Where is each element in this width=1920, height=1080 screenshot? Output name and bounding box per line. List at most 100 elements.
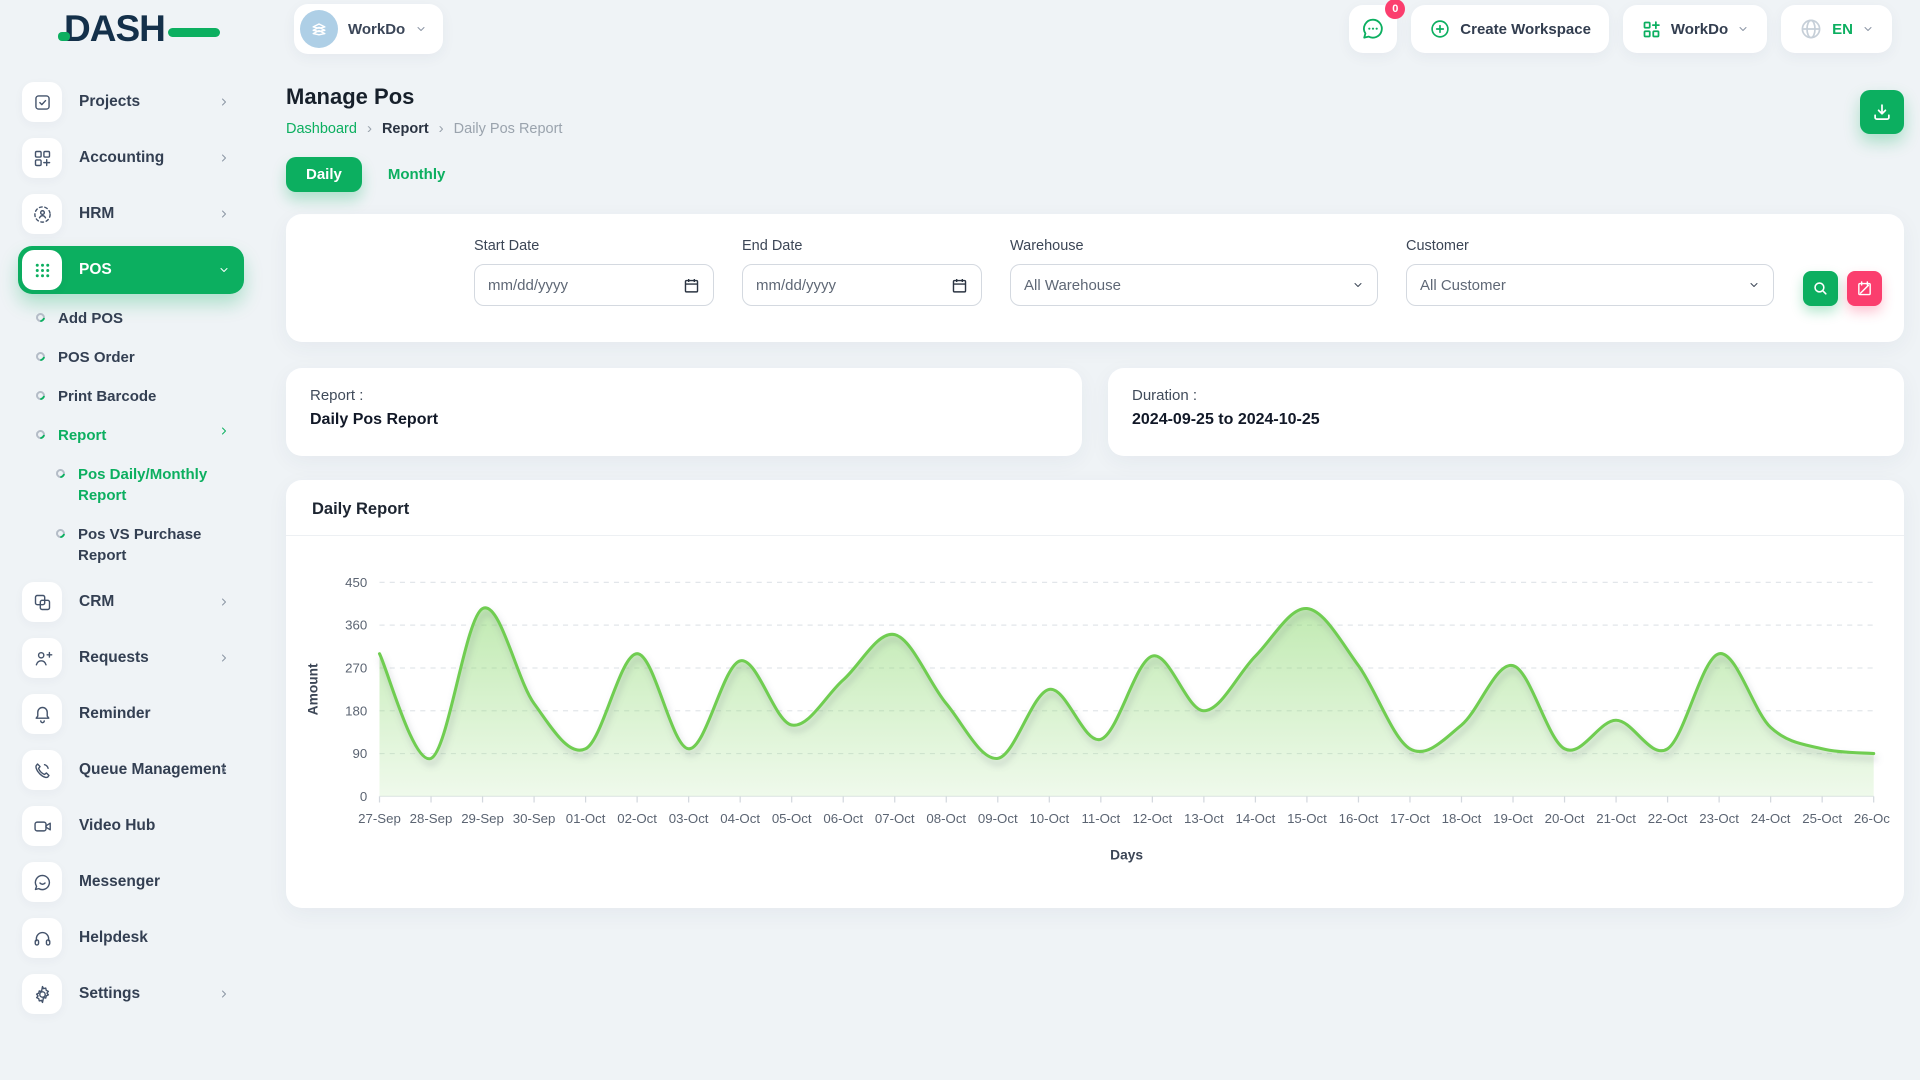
- svg-text:23-Oct: 23-Oct: [1699, 811, 1739, 826]
- svg-text:08-Oct: 08-Oct: [926, 811, 966, 826]
- svg-text:360: 360: [345, 618, 367, 633]
- daily-report-card: Daily Report 09018027036045027-Sep28-Sep…: [286, 480, 1904, 908]
- reset-button[interactable]: [1847, 271, 1882, 306]
- top-header: DASH WorkDo 0 Create Workspace WorkDo EN: [0, 0, 1920, 58]
- svg-text:17-Oct: 17-Oct: [1390, 811, 1430, 826]
- svg-text:04-Oct: 04-Oct: [720, 811, 760, 826]
- chevron-down-icon: [218, 264, 230, 276]
- sidebar-item-hrm[interactable]: HRM: [18, 190, 244, 238]
- sidebar-item-projects[interactable]: Projects: [18, 78, 244, 126]
- search-icon: [1812, 280, 1829, 297]
- calendar-off-icon: [1856, 280, 1873, 297]
- svg-text:01-Oct: 01-Oct: [566, 811, 606, 826]
- report-value: Daily Pos Report: [310, 411, 1058, 429]
- sidebar-item-label: Queue Management: [79, 761, 226, 779]
- end-date-input[interactable]: mm/dd/yyyy: [742, 264, 982, 306]
- sidebar-item-chevron: [218, 652, 230, 664]
- sidebar-item-label: Requests: [79, 649, 149, 667]
- chevron-down-icon: [415, 23, 427, 35]
- svg-text:Days: Days: [1110, 848, 1143, 863]
- logo-dot: [58, 32, 70, 41]
- chevron-down-icon: [1737, 23, 1749, 35]
- building-icon: [300, 10, 338, 48]
- language-selector[interactable]: EN: [1781, 5, 1892, 53]
- tab-daily[interactable]: Daily: [286, 157, 362, 192]
- bullet-icon: [54, 467, 67, 480]
- chevron-right-icon: [218, 425, 230, 437]
- warehouse-field: Warehouse All Warehouse: [1010, 238, 1378, 342]
- hrm-icon: [22, 194, 62, 234]
- sidebar-item-report[interactable]: Report: [36, 419, 244, 452]
- sidebar-item-accounting[interactable]: Accounting: [18, 134, 244, 182]
- sidebar-item-pos-order[interactable]: POS Order: [36, 341, 244, 374]
- sidebar-item-helpdesk[interactable]: Helpdesk: [18, 914, 244, 962]
- warehouse-value: All Warehouse: [1024, 277, 1121, 294]
- chevron-right-icon: [218, 96, 230, 108]
- duration-summary-card: Duration : 2024-09-25 to 2024-10-25: [1108, 368, 1904, 456]
- breadcrumb-item-daily-pos-report: Daily Pos Report: [454, 121, 563, 137]
- create-workspace-label: Create Workspace: [1460, 21, 1591, 38]
- sidebar-item-queue-management[interactable]: Queue Management: [18, 746, 244, 794]
- svg-text:14-Oct: 14-Oct: [1236, 811, 1276, 826]
- phone-icon: [22, 750, 62, 790]
- sidebar-subitem-label: Add POS: [58, 308, 123, 329]
- breadcrumb: Dashboard›Report›Daily Pos Report: [286, 120, 562, 137]
- start-date-placeholder: mm/dd/yyyy: [488, 277, 568, 294]
- sidebar-item-label: Projects: [79, 93, 140, 111]
- pos-icon: [22, 250, 62, 290]
- duration-label: Duration :: [1132, 387, 1880, 404]
- chevron-right-icon: [218, 208, 230, 220]
- sidebar-item-print-barcode[interactable]: Print Barcode: [36, 380, 244, 413]
- download-icon: [1871, 101, 1893, 123]
- warehouse-label: Warehouse: [1010, 238, 1378, 254]
- calendar-icon: [683, 277, 700, 294]
- svg-text:26-Oct: 26-Oct: [1854, 811, 1890, 826]
- logo-dash: [168, 28, 220, 37]
- calendar-icon: [951, 277, 968, 294]
- start-date-label: Start Date: [474, 238, 714, 254]
- sidebar-item-pos-daily-monthly-report[interactable]: Pos Daily/Monthly Report: [56, 458, 244, 512]
- svg-text:90: 90: [353, 746, 368, 761]
- sidebar-item-messenger[interactable]: Messenger: [18, 858, 244, 906]
- bullet-icon: [54, 527, 67, 540]
- warehouse-select[interactable]: All Warehouse: [1010, 264, 1378, 306]
- end-date-field: End Date mm/dd/yyyy: [742, 238, 982, 342]
- svg-text:10-Oct: 10-Oct: [1029, 811, 1069, 826]
- workspace-name: WorkDo: [348, 21, 405, 38]
- sidebar-item-label: Settings: [79, 985, 140, 1003]
- bullet-icon: [34, 428, 47, 441]
- breadcrumb-item-report[interactable]: Report: [382, 121, 429, 137]
- sidebar-item-label: Accounting: [79, 149, 164, 167]
- sidebar-item-crm[interactable]: CRM: [18, 578, 244, 626]
- end-date-placeholder: mm/dd/yyyy: [756, 277, 836, 294]
- sidebar-item-label: HRM: [79, 205, 114, 223]
- messages-button[interactable]: 0: [1349, 5, 1397, 53]
- svg-text:18-Oct: 18-Oct: [1442, 811, 1482, 826]
- sidebar-item-reminder[interactable]: Reminder: [18, 690, 244, 738]
- logo-text: DASH: [64, 8, 165, 50]
- tab-monthly[interactable]: Monthly: [388, 166, 446, 183]
- sidebar-item-chevron: [218, 96, 230, 108]
- sidebar-item-video-hub[interactable]: Video Hub: [18, 802, 244, 850]
- sidebar-item-requests[interactable]: Requests: [18, 634, 244, 682]
- workspace-switcher[interactable]: WorkDo: [294, 4, 443, 54]
- svg-text:0: 0: [360, 789, 367, 804]
- sidebar-item-settings[interactable]: Settings: [18, 970, 244, 1018]
- start-date-input[interactable]: mm/dd/yyyy: [474, 264, 714, 306]
- svg-text:13-Oct: 13-Oct: [1184, 811, 1224, 826]
- accounting-icon: [22, 138, 62, 178]
- sidebar-item-label: Helpdesk: [79, 929, 148, 947]
- breadcrumb-item-dashboard[interactable]: Dashboard: [286, 121, 357, 137]
- workspace-menu-button[interactable]: WorkDo: [1623, 5, 1767, 53]
- brand-logo[interactable]: DASH: [64, 8, 244, 50]
- requests-icon: [22, 638, 62, 678]
- sidebar-item-pos-vs-purchase-report[interactable]: Pos VS Purchase Report: [56, 518, 244, 572]
- customer-select[interactable]: All Customer: [1406, 264, 1774, 306]
- search-button[interactable]: [1803, 271, 1838, 306]
- download-button[interactable]: [1860, 90, 1904, 134]
- create-workspace-button[interactable]: Create Workspace: [1411, 5, 1609, 53]
- customer-value: All Customer: [1420, 277, 1506, 294]
- sidebar-item-pos[interactable]: POS: [18, 246, 244, 294]
- gear-icon: [22, 974, 62, 1014]
- sidebar-item-add-pos[interactable]: Add POS: [36, 302, 244, 335]
